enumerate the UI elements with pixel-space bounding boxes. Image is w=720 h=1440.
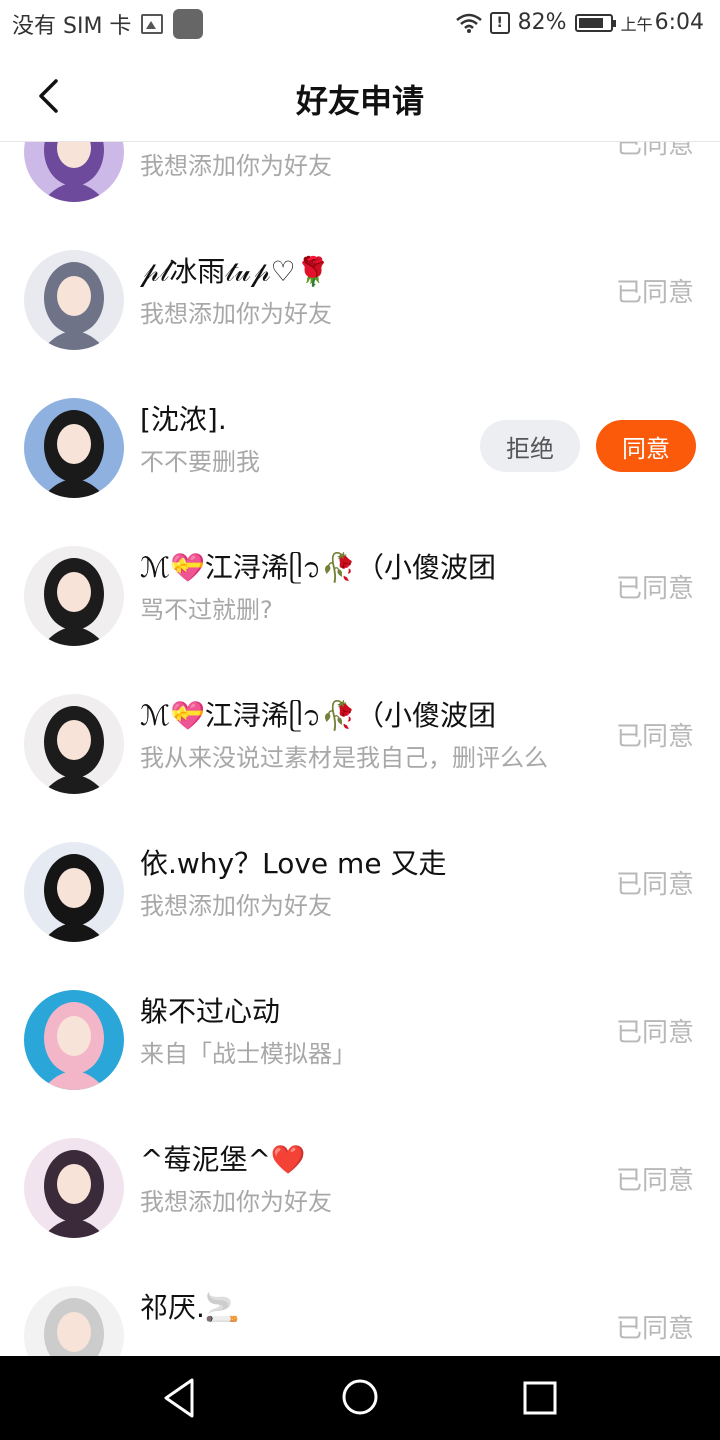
- battery-icon: [574, 13, 616, 32]
- battery-fill: [578, 17, 604, 28]
- friend-request-row[interactable]: [沈浓]. 不不要删我 拒绝 同意: [0, 378, 720, 526]
- avatar[interactable]: [24, 546, 124, 646]
- avatar[interactable]: [24, 250, 124, 350]
- request-message: 我想添加你为好友: [140, 152, 332, 180]
- requester-name: 祁厌.🚬: [140, 1291, 240, 1324]
- avatar-image: [24, 990, 124, 1090]
- accept-button[interactable]: 同意: [596, 420, 696, 472]
- avatar[interactable]: [24, 1286, 124, 1356]
- requester-name: ^莓泥堡^❤️: [140, 1143, 306, 1176]
- avatar-image: [24, 842, 124, 942]
- friend-request-row[interactable]: ℳ💝江浔浠ᥫ᭡🥀（小傻波团 我从来没说过素材是我自己，删评么么 已同意: [0, 674, 720, 822]
- page-title: 好友申请: [295, 82, 424, 120]
- request-status: 已同意: [615, 1018, 694, 1048]
- avatar-image: [24, 694, 124, 794]
- requester-name: 躲不过心动: [140, 995, 281, 1028]
- request-message: 我从来没说过素材是我自己，删评么么: [140, 744, 548, 772]
- avatar-image: [24, 250, 124, 350]
- avatar[interactable]: [24, 694, 124, 794]
- requester-name: 依.why？Love me 又走: [140, 847, 447, 880]
- request-message: 不不要删我: [140, 448, 260, 476]
- request-status: 已同意: [615, 1166, 694, 1196]
- battery-percent: 82%: [517, 10, 567, 35]
- avatar[interactable]: [24, 990, 124, 1090]
- friend-request-row[interactable]: ^莓泥堡^❤️ 我想添加你为好友 已同意: [0, 1118, 720, 1266]
- triangle-back-icon[interactable]: [160, 1376, 200, 1420]
- request-message: 来自「战士模拟器」: [140, 1040, 356, 1068]
- app-notification-icon: [173, 9, 204, 39]
- request-status: 已同意: [615, 142, 694, 160]
- friend-request-list-content: 幼稚园🍃池夕瑶🌱我想添加你为好友已同意𝓅𝓁冰雨𝓉𝓊𝓅♡🌹我想添加你为好友已同意[…: [0, 142, 720, 1356]
- status-right: ! 82% 上午 6:04: [455, 10, 704, 35]
- wifi-icon: [455, 13, 482, 33]
- avatar-image: [24, 1286, 124, 1356]
- avatar[interactable]: [24, 1138, 124, 1238]
- system-nav-bar: [0, 1356, 720, 1440]
- avatar-image: [24, 142, 124, 202]
- friend-request-row[interactable]: 祁厌.🚬 已同意: [0, 1266, 720, 1356]
- avatar-image: [24, 546, 124, 646]
- status-left: 没有 SIM 卡: [12, 8, 204, 40]
- request-status: 已同意: [615, 278, 694, 308]
- clock: 6:04: [654, 10, 704, 35]
- carrier-text: 没有 SIM 卡: [12, 14, 132, 39]
- avatar[interactable]: [24, 842, 124, 942]
- request-message: 我想添加你为好友: [140, 300, 332, 328]
- status-bar: 没有 SIM 卡 ! 82% 上午 6:04: [0, 0, 720, 50]
- friend-request-row[interactable]: 幼稚园🍃池夕瑶🌱我想添加你为好友已同意: [0, 142, 720, 230]
- request-status: 已同意: [615, 1314, 694, 1344]
- friend-request-row[interactable]: ℳ💝江浔浠ᥫ᭡🥀（小傻波团 骂不过就删? 已同意: [0, 526, 720, 674]
- alert-icon: !: [489, 11, 510, 34]
- image-notification-icon: [141, 14, 164, 34]
- avatar-image: [24, 1138, 124, 1238]
- request-status: 已同意: [615, 574, 694, 604]
- friend-request-row[interactable]: 𝓅𝓁冰雨𝓉𝓊𝓅♡🌹 我想添加你为好友 已同意: [0, 230, 720, 378]
- request-message: 我想添加你为好友: [140, 892, 332, 920]
- reject-button[interactable]: 拒绝: [480, 420, 580, 472]
- avatar[interactable]: [24, 398, 124, 498]
- avatar-image: [24, 398, 124, 498]
- request-message: 骂不过就删?: [140, 596, 273, 624]
- request-status: 已同意: [615, 722, 694, 752]
- requester-name: [沈浓].: [140, 403, 227, 436]
- requester-name: 𝓅𝓁冰雨𝓉𝓊𝓅♡🌹: [140, 255, 331, 288]
- circle-home-icon[interactable]: [341, 1378, 379, 1416]
- request-message: 我想添加你为好友: [140, 1188, 332, 1216]
- friend-request-list[interactable]: 幼稚园🍃池夕瑶🌱我想添加你为好友已同意𝓅𝓁冰雨𝓉𝓊𝓅♡🌹我想添加你为好友已同意[…: [0, 142, 720, 1356]
- header: 好友申请: [0, 50, 720, 142]
- request-status: 已同意: [615, 870, 694, 900]
- friend-request-row[interactable]: 躲不过心动来自「战士模拟器」 已同意: [0, 970, 720, 1118]
- friend-request-row[interactable]: 依.why？Love me 又走我想添加你为好友 已同意: [0, 822, 720, 970]
- avatar[interactable]: [24, 142, 124, 202]
- square-recent-icon[interactable]: [522, 1380, 558, 1416]
- time-prefix: 上午: [620, 14, 653, 34]
